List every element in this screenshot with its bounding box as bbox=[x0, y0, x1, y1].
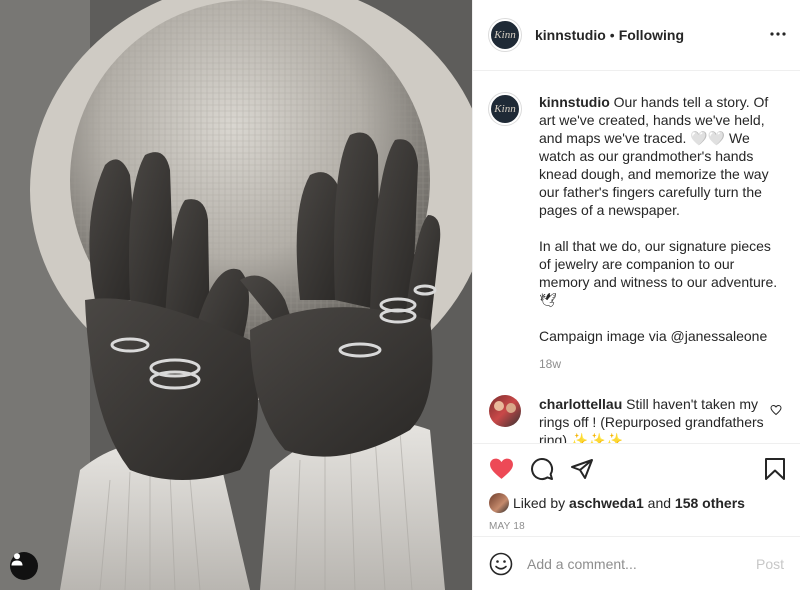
following-button[interactable]: Following bbox=[619, 27, 684, 43]
bookmark-icon bbox=[765, 458, 785, 480]
likes-and: and bbox=[647, 495, 672, 511]
commenter-username[interactable]: charlottellau bbox=[539, 396, 622, 412]
person-icon bbox=[11, 553, 23, 566]
more-horizontal-icon bbox=[770, 32, 786, 36]
heart-outline-icon bbox=[770, 404, 782, 416]
post-image bbox=[0, 0, 472, 590]
more-options-button[interactable] bbox=[770, 26, 786, 47]
comments-section[interactable]: Kinn kinnstudio Our hands tell a story. … bbox=[473, 71, 800, 443]
comment-input[interactable] bbox=[527, 555, 756, 572]
emoji-icon bbox=[489, 552, 513, 575]
post-comment-button[interactable]: Post bbox=[756, 556, 784, 572]
liker-avatar[interactable] bbox=[489, 493, 509, 513]
commenter-avatar[interactable] bbox=[489, 395, 521, 427]
add-comment-bar: Post bbox=[473, 536, 800, 590]
caption-text-3[interactable]: Campaign image via @janessaleone bbox=[539, 328, 767, 344]
caption-paragraph-3: Campaign image via @janessaleone bbox=[539, 327, 784, 345]
likes-others-link[interactable]: 158 others bbox=[675, 495, 745, 511]
post-header: Kinn kinnstudio • Following bbox=[473, 0, 800, 71]
caption-paragraph-1: kinnstudio Our hands tell a story. Of ar… bbox=[539, 93, 784, 219]
comment-icon bbox=[531, 457, 554, 480]
post-details-panel: Kinn kinnstudio • Following Kinn kinnstu… bbox=[472, 0, 800, 590]
tagged-users-button[interactable] bbox=[10, 552, 38, 580]
caption-username[interactable]: kinnstudio bbox=[539, 94, 610, 110]
comment-text: charlottellau Still haven't taken my rin… bbox=[539, 395, 777, 443]
post-date[interactable]: MAY 18 bbox=[473, 521, 800, 535]
caption-paragraph-2: In all that we do, our signature pieces … bbox=[539, 237, 784, 309]
like-comment-button[interactable] bbox=[770, 403, 782, 421]
post-caption: Kinn kinnstudio Our hands tell a story. … bbox=[489, 93, 784, 373]
heart-filled-icon bbox=[490, 458, 513, 479]
caption-text-2: In all that we do, our signature pieces … bbox=[539, 238, 778, 308]
likes-prefix: Liked by bbox=[513, 495, 566, 511]
post-photo[interactable] bbox=[0, 0, 472, 590]
share-icon bbox=[571, 458, 593, 479]
separator-dot: • bbox=[609, 27, 615, 43]
caption-text-1: Our hands tell a story. Of art we've cre… bbox=[539, 94, 769, 218]
share-button[interactable] bbox=[570, 457, 594, 481]
author-avatar[interactable]: Kinn bbox=[489, 19, 521, 51]
action-bar bbox=[473, 443, 800, 493]
liker-username[interactable]: aschweda1 bbox=[569, 495, 644, 511]
save-button[interactable] bbox=[764, 457, 786, 486]
author-username[interactable]: kinnstudio bbox=[535, 27, 606, 43]
likes-summary: Liked by aschweda1 and 158 others bbox=[473, 493, 800, 513]
comment-item: charlottellau Still haven't taken my rin… bbox=[489, 395, 784, 443]
like-button[interactable] bbox=[489, 457, 514, 480]
caption-body: kinnstudio Our hands tell a story. Of ar… bbox=[539, 93, 784, 373]
comment-button[interactable] bbox=[530, 457, 554, 481]
post-timestamp[interactable]: 18w bbox=[539, 355, 784, 373]
emoji-button[interactable] bbox=[489, 552, 513, 576]
caption-author-avatar[interactable]: Kinn bbox=[489, 93, 521, 125]
